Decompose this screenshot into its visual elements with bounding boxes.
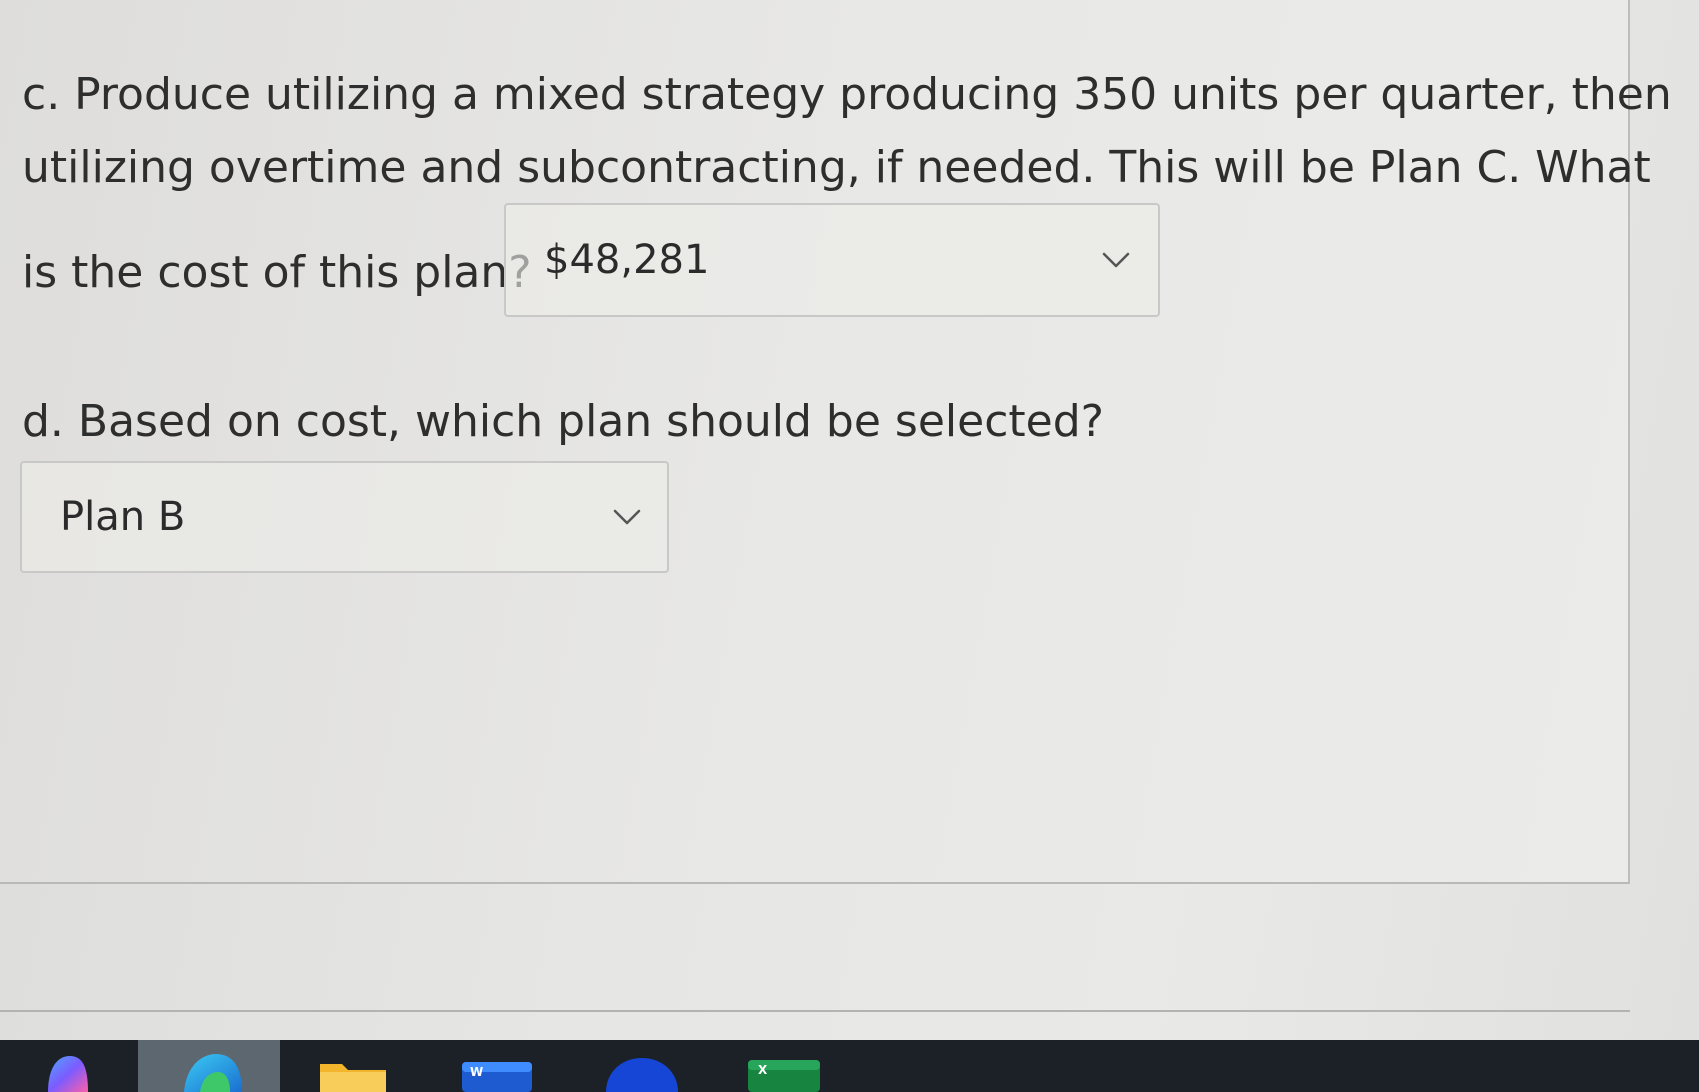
svg-text:W: W — [470, 1065, 483, 1079]
question-d-line-1: d. Based on cost, which plan should be s… — [22, 396, 1104, 447]
question-panel: c. Produce utilizing a mixed strategy pr… — [0, 0, 1672, 884]
plan-c-cost-dropdown[interactable]: $48,281 — [504, 203, 1160, 317]
plan-selection-dropdown[interactable]: Plan B — [20, 461, 669, 573]
question-c-line-1: c. Produce utilizing a mixed strategy pr… — [22, 69, 1672, 120]
svg-text:X: X — [758, 1063, 768, 1077]
edge-icon[interactable] — [178, 1050, 248, 1092]
word-icon[interactable]: W — [460, 1050, 534, 1092]
question-c-line-3: is the cost of this plan? — [22, 247, 532, 298]
excel-icon[interactable]: X — [746, 1050, 822, 1092]
plan-selection-selected-value: Plan B — [60, 494, 186, 540]
chevron-down-icon — [1102, 252, 1130, 268]
chevron-down-icon — [613, 509, 641, 525]
plan-c-cost-selected-value: $48,281 — [544, 237, 710, 283]
next-panel-edge — [0, 1010, 1630, 1018]
file-explorer-icon[interactable] — [318, 1050, 388, 1092]
app-icon[interactable] — [604, 1050, 680, 1092]
copilot-icon[interactable] — [42, 1050, 94, 1092]
taskbar: W X — [0, 1040, 1699, 1092]
question-c-line-2: utilizing overtime and subcontracting, i… — [22, 142, 1651, 193]
